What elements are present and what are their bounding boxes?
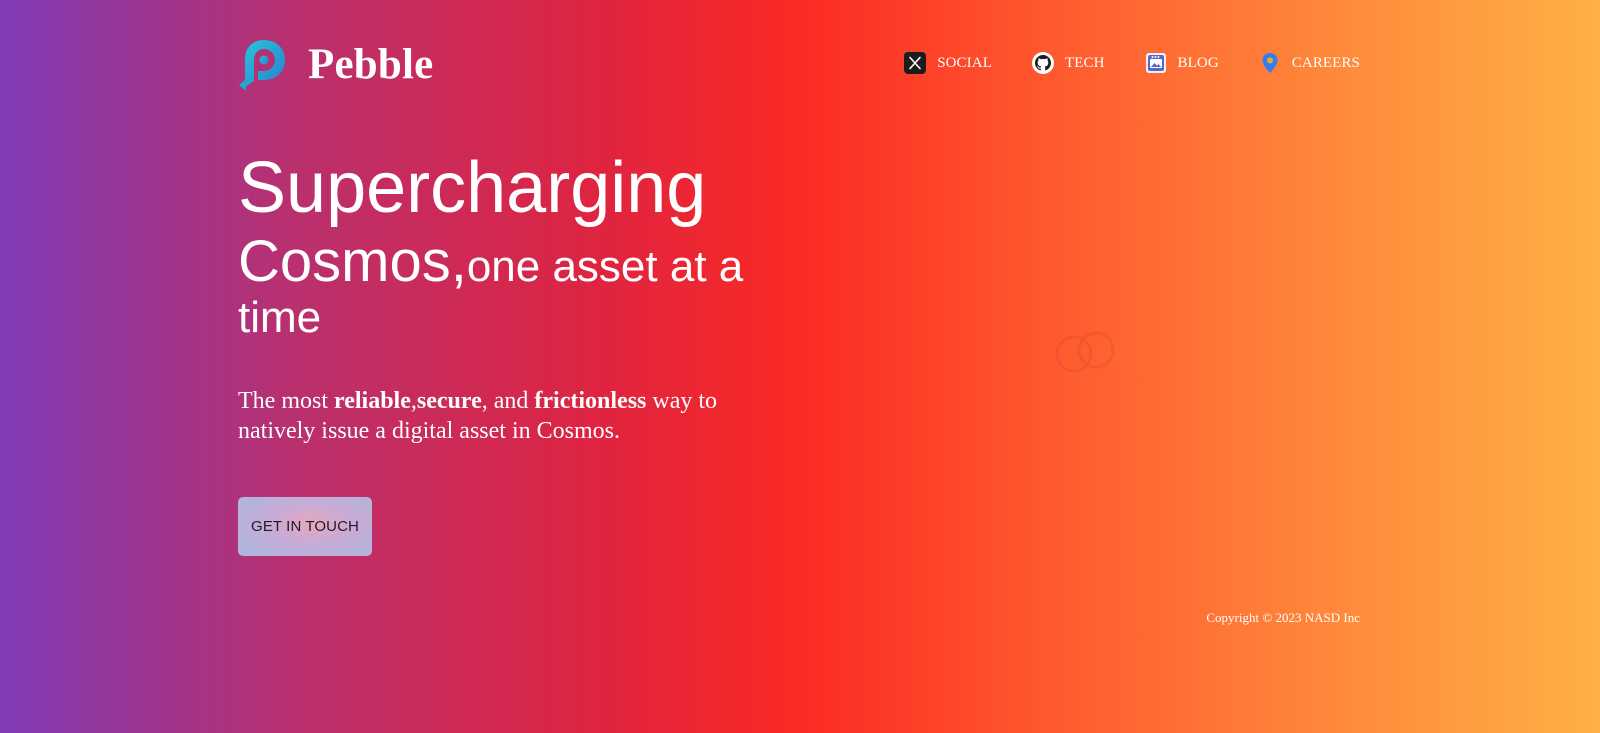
x-twitter-icon: [904, 52, 927, 74]
nav-blog-label: BLOG: [1177, 54, 1219, 71]
github-icon: [1031, 52, 1054, 74]
hero-description-sep2: , and: [481, 388, 535, 415]
location-pin-icon: [1262, 53, 1278, 73]
brand-logo-link[interactable]: Pebble: [238, 30, 433, 96]
nav-blog[interactable]: BLOG: [1145, 52, 1219, 74]
get-in-touch-button[interactable]: GET IN TOUCH: [238, 497, 372, 556]
nav-careers-label: CAREERS: [1291, 54, 1360, 71]
brand-name: Pebble: [308, 40, 434, 88]
pebble-logo-icon: [239, 40, 285, 91]
site-header: Pebble SOCIAL TECH BLOG CAREERS: [238, 30, 1360, 96]
nav-social-label: SOCIAL: [937, 54, 992, 71]
hero-description-reliable: reliable: [334, 388, 411, 415]
blog-icon: [1145, 53, 1166, 73]
copyright-text: Copyright © 2023 NASD Inc: [1206, 610, 1360, 625]
hero-section: Supercharging Cosmos,one asset at a time…: [238, 148, 798, 446]
nav-tech-label: TECH: [1064, 54, 1105, 71]
hero-description-prefix: The most: [238, 388, 334, 415]
hero-subheadline: Cosmos,one asset at a time: [238, 230, 798, 342]
nav-tech[interactable]: TECH: [1031, 52, 1105, 74]
hero-description-frictionless: frictionless: [534, 388, 647, 415]
nav-careers[interactable]: CAREERS: [1259, 52, 1360, 74]
hero-headline-cosmos: Cosmos,: [238, 229, 467, 294]
top-nav: SOCIAL TECH BLOG CAREERS: [904, 50, 1360, 76]
nav-social[interactable]: SOCIAL: [904, 52, 992, 74]
hero-description: The most reliable,secure, and frictionle…: [238, 386, 778, 446]
hero-description-secure: secure: [416, 388, 482, 415]
loading-spinner-icon: [1055, 331, 1115, 373]
hero-headline: Supercharging: [238, 148, 707, 228]
